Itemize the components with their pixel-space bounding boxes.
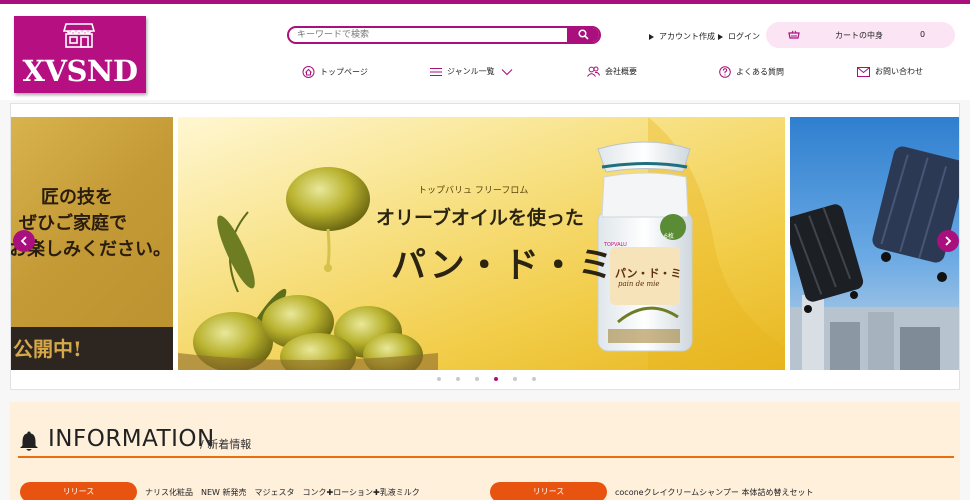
nav-contact-label: お問い合わせ [875, 67, 923, 76]
nav-top-page[interactable]: トップページ [302, 66, 368, 80]
login-link[interactable]: ログイン [718, 31, 760, 42]
news-item-link[interactable]: coconeクレイクリームシャンプー 本体詰め替えセット [615, 487, 813, 498]
information-section: INFORMATION / 新着情報 リリース ナリス化粧品 NEW 新発売 マ… [10, 402, 960, 500]
slide-product-name: パン・ド・ミ [391, 245, 615, 286]
logo-text: XVSND [22, 54, 138, 88]
banner-slide-olive[interactable]: トップバリュ フリーフロム オリーブオイルを使った パン・ド・ミ TOPVALU… [178, 117, 785, 370]
package-name: パン・ド・ミ [615, 267, 682, 280]
nav-faq[interactable]: よくある質問 [719, 66, 784, 80]
nav-faq-label: よくある質問 [736, 67, 784, 77]
package-brand: TOPVALU [604, 242, 627, 248]
nav-top-page-label: トップページ [320, 67, 368, 77]
carousel-prev-button[interactable] [13, 230, 35, 252]
search-icon [578, 29, 589, 40]
nav-contact[interactable]: お問い合わせ [857, 66, 923, 80]
cart-label: カートの中身 [835, 31, 883, 40]
chevron-right-icon [945, 236, 952, 246]
cart-icon [788, 30, 800, 39]
carousel-dot[interactable] [455, 377, 460, 381]
users-icon [587, 66, 600, 77]
site-header: XVSND アカウント作成 ログイン カートの中身 0 トップページ ジャンル一… [0, 4, 970, 100]
carousel-pagination [11, 377, 959, 381]
site-logo[interactable]: XVSND [14, 16, 146, 93]
package-badge: 6枚 [664, 233, 674, 240]
menu-icon [430, 67, 442, 76]
shop-icon [63, 23, 95, 48]
slide-eyebrow: トップバリュ フリーフロム [418, 186, 529, 196]
nav-company[interactable]: 会社概要 [587, 66, 637, 80]
nav-genre-list-label: ジャンル一覧 [447, 67, 495, 76]
news-item-link[interactable]: ナリス化粧品 NEW 新発売 マジェスタ コンク✚ローション✚乳液ミルク [145, 487, 420, 498]
carousel-dot[interactable] [531, 377, 536, 381]
triangle-right-icon [649, 34, 654, 40]
slide-headline: オリーブオイルを使った [376, 207, 584, 229]
cart-button[interactable]: カートの中身 0 [766, 22, 955, 48]
slide-footer-text: 公開中! [13, 337, 82, 361]
slide-text-line: お楽しみください。 [11, 239, 171, 260]
nav-company-label: 会社概要 [605, 67, 637, 76]
account-create-link[interactable]: アカウント作成 [649, 31, 715, 42]
information-header: INFORMATION / 新着情報 [18, 426, 954, 458]
news-badge: リリース [20, 482, 137, 500]
nav-genre-list[interactable]: ジャンル一覧 [430, 66, 518, 80]
carousel-dot[interactable] [493, 377, 498, 381]
home-icon [302, 66, 315, 78]
information-subtitle: / 新着情報 [200, 438, 252, 451]
mail-icon [857, 66, 870, 77]
banner-carousel: 匠の技を ぜひご家庭で お楽しみください。 公開中! トップバリュ フリーフロム… [10, 103, 960, 390]
chevron-down-icon [501, 68, 513, 75]
banner-slide-luggage[interactable] [790, 117, 959, 370]
search-button[interactable] [567, 28, 599, 42]
slide-text-line: ぜひご家庭で [19, 213, 127, 234]
banner-slide-craft[interactable]: 匠の技を ぜひご家庭で お楽しみください。 公開中! [11, 117, 173, 370]
search-input[interactable] [289, 28, 569, 42]
package-sub: pain de mie [618, 280, 660, 288]
chevron-left-icon [20, 236, 27, 246]
cart-count: 0 [920, 30, 926, 39]
carousel-dot[interactable] [436, 377, 441, 381]
slide-text-line: 匠の技を [41, 187, 113, 208]
bell-icon [20, 431, 38, 451]
luggage-illustration [790, 146, 959, 370]
information-title: INFORMATION [48, 426, 215, 452]
login-label: ログイン [728, 32, 760, 41]
news-badge: リリース [490, 482, 607, 500]
account-create-label: アカウント作成 [659, 32, 715, 41]
triangle-right-icon [718, 34, 723, 40]
question-icon [719, 66, 731, 78]
carousel-dot[interactable] [512, 377, 517, 381]
search-box [287, 26, 601, 44]
carousel-next-button[interactable] [937, 230, 959, 252]
carousel-dot[interactable] [474, 377, 479, 381]
